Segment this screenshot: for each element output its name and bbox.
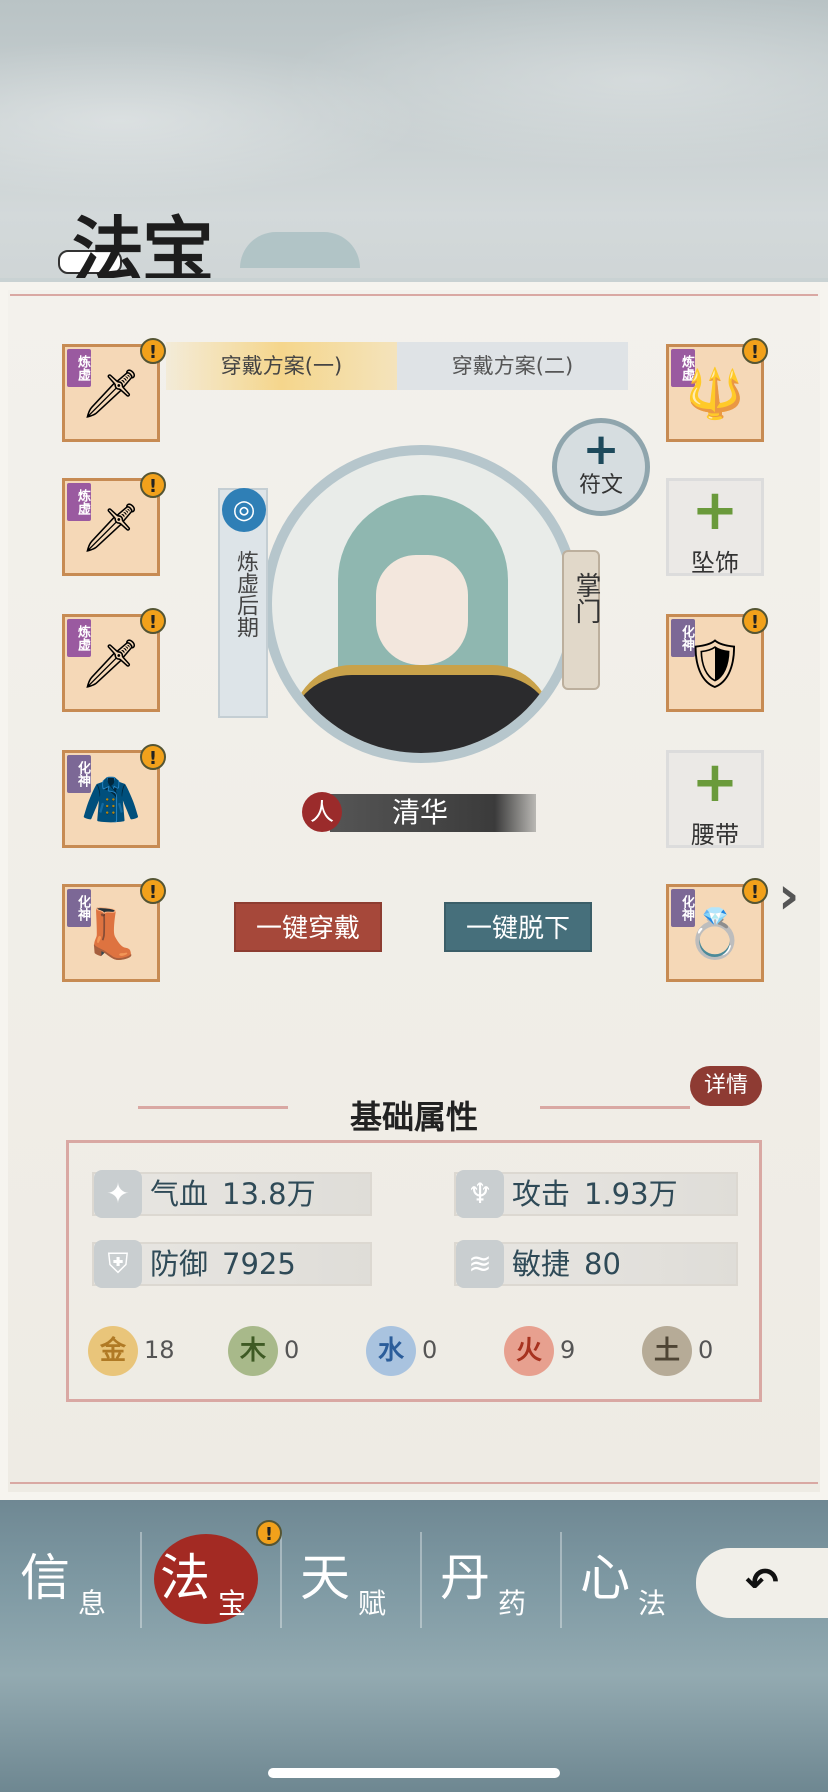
equip-slot-belt[interactable]: + 腰带 bbox=[666, 750, 764, 849]
chevron-right-icon[interactable]: › bbox=[778, 866, 818, 926]
blood-drop-icon: ✦ bbox=[94, 1170, 142, 1218]
alert-icon: ! bbox=[256, 1520, 282, 1546]
nav-methods-small: 法 bbox=[638, 1587, 667, 1620]
nav-treasure-small: 宝 bbox=[218, 1587, 247, 1620]
nav-talent-small: 赋 bbox=[358, 1587, 387, 1620]
alert-icon: ! bbox=[140, 744, 166, 770]
sword-icon: 🗡 bbox=[80, 635, 142, 692]
stat-defense-value: 7925 bbox=[222, 1247, 296, 1281]
stats-title: 基础属性 bbox=[349, 1098, 478, 1136]
page-title: 法宝 bbox=[72, 208, 214, 293]
character-name: 清华 bbox=[330, 794, 536, 832]
alert-icon: ! bbox=[140, 608, 166, 634]
nav-divider bbox=[560, 1532, 562, 1628]
tab-plan-two[interactable]: 穿戴方案(二) bbox=[397, 342, 628, 390]
details-button[interactable]: 详情 bbox=[690, 1066, 762, 1106]
sect-role-label: 掌门 bbox=[571, 572, 601, 624]
alert-icon: ! bbox=[140, 338, 166, 364]
stat-hp-value: 13.8万 bbox=[222, 1177, 316, 1211]
alert-icon: ! bbox=[140, 472, 166, 498]
alert-icon: ! bbox=[742, 338, 768, 364]
title-decoration-right bbox=[540, 1106, 690, 1109]
character-portrait bbox=[262, 445, 580, 763]
plan-tabs: 穿戴方案(一) 穿戴方案(二) bbox=[166, 342, 628, 390]
element-water-icon: 水 bbox=[366, 1326, 416, 1376]
pendant-label: 坠饰 bbox=[691, 549, 739, 577]
armor-icon: 🧥 bbox=[81, 771, 141, 828]
belt-label: 腰带 bbox=[691, 821, 739, 849]
nav-treasure-big: 法 bbox=[160, 1549, 210, 1607]
wing-icon: ≋ bbox=[456, 1240, 504, 1288]
rune-label: 符文 bbox=[578, 473, 623, 498]
add-icon: + bbox=[582, 424, 620, 475]
water-swirl-icon: ◎ bbox=[222, 488, 266, 532]
stat-defense-label: 防御 bbox=[150, 1247, 209, 1281]
element-water-value: 0 bbox=[422, 1336, 438, 1364]
home-indicator[interactable] bbox=[268, 1768, 560, 1778]
nav-talent[interactable]: 天 赋 bbox=[280, 1526, 420, 1636]
nav-info-big: 信 bbox=[20, 1549, 70, 1607]
element-metal-value: 18 bbox=[144, 1336, 175, 1364]
nav-methods[interactable]: 心 法 bbox=[560, 1526, 700, 1636]
portrait-robe bbox=[292, 665, 552, 753]
sword-icon: 🗡 bbox=[80, 365, 142, 422]
nav-methods-big: 心 bbox=[580, 1549, 630, 1607]
element-fire: 火 9 bbox=[504, 1326, 604, 1376]
sect-role-tag: 掌门 bbox=[562, 550, 601, 690]
back-arrow-icon[interactable]: ↶ bbox=[696, 1548, 828, 1618]
stat-agility: ≋ 敏捷 80 bbox=[454, 1240, 738, 1288]
nav-treasure[interactable]: 法 宝 bbox=[140, 1526, 280, 1636]
attack-icon: ♆ bbox=[456, 1170, 504, 1218]
panel-border-bottom bbox=[10, 1482, 818, 1484]
element-fire-icon: 火 bbox=[504, 1326, 554, 1376]
nav-divider bbox=[140, 1532, 142, 1628]
nav-pills-small: 药 bbox=[498, 1587, 527, 1620]
nav-talent-big: 天 bbox=[300, 1549, 350, 1607]
equip-all-button[interactable]: 一键穿戴 bbox=[234, 902, 382, 952]
stat-hp-label: 气血 bbox=[150, 1177, 209, 1211]
nav-info-small: 息 bbox=[78, 1587, 107, 1620]
tab-plan-one[interactable]: 穿戴方案(一) bbox=[166, 342, 397, 390]
nav-divider bbox=[420, 1532, 422, 1628]
alert-icon: ! bbox=[742, 608, 768, 634]
nav-pills[interactable]: 丹 药 bbox=[420, 1526, 560, 1636]
realm-label: 炼虚后期 bbox=[233, 550, 258, 638]
stat-attack: ♆ 攻击 1.93万 bbox=[454, 1170, 738, 1218]
element-earth-icon: 土 bbox=[642, 1326, 692, 1376]
stat-attack-label: 攻击 bbox=[512, 1177, 571, 1211]
shield-icon: ⛨ bbox=[94, 1240, 142, 1288]
rune-button[interactable]: + 符文 bbox=[552, 418, 650, 516]
alert-icon: ! bbox=[742, 878, 768, 904]
element-wood: 木 0 bbox=[228, 1326, 328, 1376]
boots-icon: 👢 bbox=[81, 905, 141, 962]
title-decoration-left bbox=[138, 1106, 288, 1109]
element-wood-icon: 木 bbox=[228, 1326, 278, 1376]
add-icon: + bbox=[691, 478, 739, 543]
nav-divider bbox=[280, 1532, 282, 1628]
element-metal: 金 18 bbox=[88, 1326, 188, 1376]
add-icon: + bbox=[691, 750, 739, 815]
panel-border-top bbox=[10, 294, 818, 296]
stat-agility-value: 80 bbox=[584, 1247, 621, 1281]
stat-attack-value: 1.93万 bbox=[584, 1177, 678, 1211]
element-fire-value: 9 bbox=[560, 1336, 576, 1364]
equip-slot-pendant[interactable]: + 坠饰 bbox=[666, 478, 764, 577]
realm-banner: ◎ 炼虚后期 bbox=[218, 488, 268, 718]
stat-agility-label: 敏捷 bbox=[512, 1247, 571, 1281]
element-water: 水 0 bbox=[366, 1326, 466, 1376]
element-earth-value: 0 bbox=[698, 1336, 714, 1364]
unequip-all-button[interactable]: 一键脱下 bbox=[444, 902, 592, 952]
race-badge: 人 bbox=[302, 792, 342, 832]
portrait-face bbox=[376, 555, 468, 665]
element-metal-icon: 金 bbox=[88, 1326, 138, 1376]
stat-defense: ⛨ 防御 7925 bbox=[92, 1240, 372, 1288]
alert-icon: ! bbox=[140, 878, 166, 904]
element-earth: 土 0 bbox=[642, 1326, 742, 1376]
stat-hp: ✦ 气血 13.8万 bbox=[92, 1170, 372, 1218]
sword-icon: 🗡 bbox=[80, 499, 142, 556]
element-wood-value: 0 bbox=[284, 1336, 300, 1364]
cloud-decoration bbox=[240, 232, 360, 268]
nav-info[interactable]: 信 息 bbox=[0, 1526, 140, 1636]
nav-pills-big: 丹 bbox=[440, 1549, 490, 1607]
